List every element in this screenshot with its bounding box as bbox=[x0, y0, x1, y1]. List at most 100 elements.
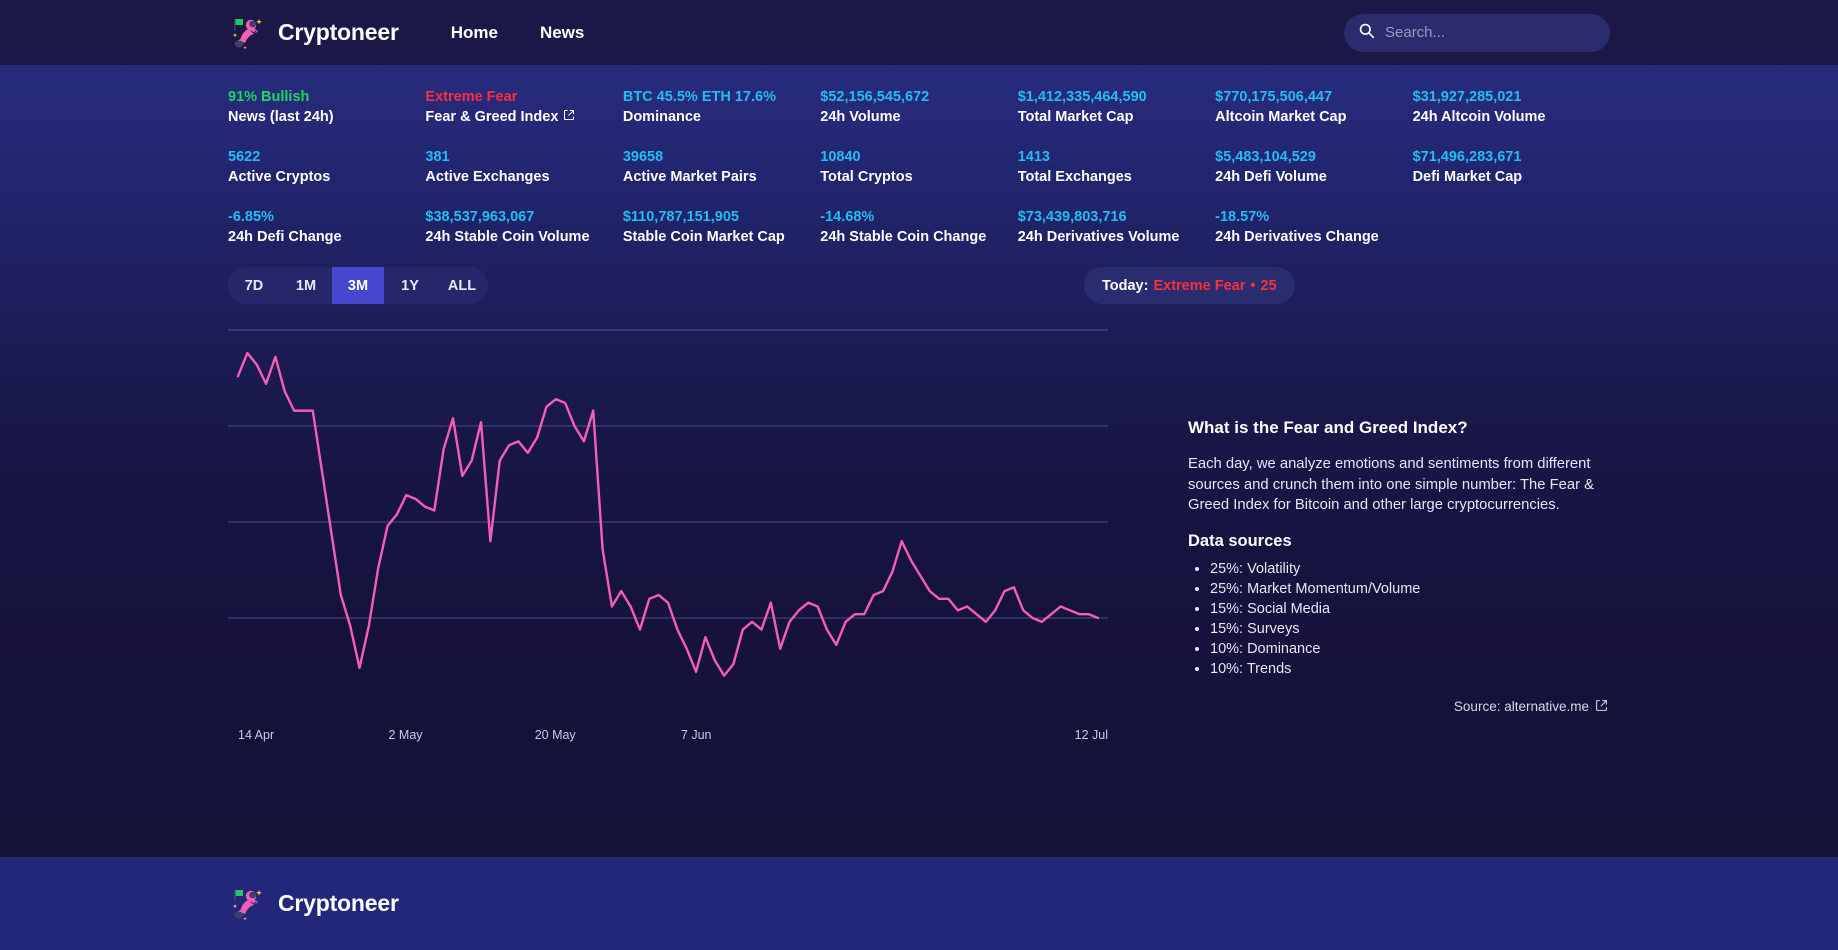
stat-label-text: Dominance bbox=[622, 109, 702, 125]
data-source-item: 15%: Surveys bbox=[1210, 619, 1608, 639]
stat-cell: -18.57% 24h Derivatives Change bbox=[1215, 207, 1412, 247]
stat-label: 24h Derivatives Change bbox=[1215, 227, 1402, 247]
stat-label-text: News (last 24h) bbox=[228, 109, 334, 125]
x-axis-tick: 2 May bbox=[388, 728, 423, 742]
range-selector: 7D 1M 3M 1Y ALL bbox=[228, 267, 488, 304]
stat-cell: $38,537,963,067 24h Stable Coin Volume bbox=[425, 207, 622, 247]
range-pill-7d[interactable]: 7D bbox=[228, 267, 280, 304]
range-pill-1m[interactable]: 1M bbox=[280, 267, 332, 304]
external-link-icon[interactable] bbox=[563, 107, 575, 127]
nav-link-home[interactable]: Home bbox=[451, 23, 498, 43]
stat-label: 24h Defi Volume bbox=[1215, 167, 1402, 187]
stat-cell: $31,927,285,021 24h Altcoin Volume bbox=[1413, 87, 1610, 127]
stat-cell: -6.85% 24h Defi Change bbox=[228, 207, 425, 247]
footer-brand-link[interactable]: Cryptoneer bbox=[228, 885, 399, 923]
stat-cell: BTC 45.5% ETH 17.6% Dominance bbox=[623, 87, 820, 127]
stat-cell: 5622 Active Cryptos bbox=[228, 147, 425, 187]
stat-value: 10840 bbox=[820, 149, 861, 165]
stat-label: 24h Volume bbox=[820, 107, 1007, 127]
footer-brand-name: Cryptoneer bbox=[278, 890, 399, 916]
stat-cell: -14.68% 24h Stable Coin Change bbox=[820, 207, 1017, 247]
fear-greed-chart[interactable]: 14 Apr 2 May 20 May 7 Jun 12 Jul bbox=[228, 322, 1108, 750]
stat-label-text: Defi Market Cap bbox=[1412, 169, 1523, 185]
stat-value: 91% Bullish bbox=[228, 89, 310, 105]
stat-cell: 10840 Total Cryptos bbox=[820, 147, 1017, 187]
nav-link-news[interactable]: News bbox=[540, 23, 584, 43]
today-status-badge: Today: Extreme Fear • 25 bbox=[1084, 267, 1295, 304]
range-pill-3m[interactable]: 3M bbox=[332, 267, 384, 304]
stat-label: Defi Market Cap bbox=[1413, 167, 1600, 187]
stat-cell: $110,787,151,905 Stable Coin Market Cap bbox=[623, 207, 820, 247]
stat-label-text: 24h Stable Coin Volume bbox=[425, 229, 590, 245]
stat-label: Stable Coin Market Cap bbox=[623, 227, 810, 247]
stat-value: Extreme Fear bbox=[425, 89, 518, 105]
stat-value: $5,483,104,529 bbox=[1215, 149, 1316, 165]
data-sources-list: 25%: Volatility25%: Market Momentum/Volu… bbox=[1188, 559, 1608, 679]
stat-label-text: 24h Derivatives Volume bbox=[1017, 229, 1180, 245]
stat-value: $52,156,545,672 bbox=[820, 89, 930, 105]
stat-value: 1413 bbox=[1017, 149, 1050, 165]
app-root: Cryptoneer Home News 91 bbox=[0, 0, 1838, 950]
stat-label-text: 24h Stable Coin Change bbox=[820, 229, 987, 245]
search-box[interactable] bbox=[1344, 13, 1610, 52]
stat-value: $71,496,283,671 bbox=[1412, 149, 1522, 165]
chart-controls: 7D 1M 3M 1Y ALL Today: Extreme Fear • 25 bbox=[0, 267, 1838, 304]
stat-label-text: Total Cryptos bbox=[820, 169, 913, 185]
stat-cell: $52,156,545,672 24h Volume bbox=[820, 87, 1017, 127]
range-pill-1y[interactable]: 1Y bbox=[384, 267, 436, 304]
stat-cell: $1,412,335,464,590 Total Market Cap bbox=[1018, 87, 1215, 127]
data-source-item: 25%: Market Momentum/Volume bbox=[1210, 579, 1608, 599]
stat-label-text: Total Market Cap bbox=[1017, 109, 1134, 125]
astronaut-logo-icon bbox=[228, 885, 266, 923]
stat-cell: 91% Bullish News (last 24h) bbox=[228, 87, 425, 127]
stat-label: Dominance bbox=[623, 107, 810, 127]
stat-label-text: Altcoin Market Cap bbox=[1215, 109, 1347, 125]
market-stats: 91% Bullish News (last 24h) Extreme Fear Fe… bbox=[0, 65, 1838, 247]
stat-label-text: Active Cryptos bbox=[228, 169, 331, 185]
stat-label: 24h Stable Coin Volume bbox=[425, 227, 612, 247]
source-attribution[interactable]: Source: alternative.me bbox=[1188, 699, 1608, 715]
footer: Cryptoneer bbox=[0, 857, 1838, 950]
stat-label: 24h Altcoin Volume bbox=[1413, 107, 1600, 127]
external-link-icon[interactable] bbox=[1595, 699, 1608, 715]
stat-cell[interactable]: Extreme Fear Fear & Greed Index bbox=[425, 87, 622, 127]
x-axis-tick: 12 Jul bbox=[1074, 728, 1108, 742]
stat-value: -18.57% bbox=[1215, 209, 1270, 225]
search-input[interactable] bbox=[1385, 24, 1596, 41]
stat-label-text: Active Exchanges bbox=[425, 169, 550, 185]
data-source-item: 15%: Social Media bbox=[1210, 599, 1608, 619]
stat-value: 39658 bbox=[622, 149, 664, 165]
x-axis-tick: 7 Jun bbox=[680, 728, 712, 742]
top-navbar: Cryptoneer Home News bbox=[0, 0, 1838, 65]
chart-canvas[interactable] bbox=[228, 322, 1108, 722]
stat-label-text: Active Market Pairs bbox=[622, 169, 757, 185]
today-value: 25 bbox=[1260, 277, 1277, 294]
range-pill-all[interactable]: ALL bbox=[436, 267, 488, 304]
stat-label: 24h Defi Change bbox=[228, 227, 415, 247]
info-title: What is the Fear and Greed Index? bbox=[1188, 418, 1468, 437]
stat-label: Active Exchanges bbox=[425, 167, 612, 187]
data-sources-title: Data sources bbox=[1188, 531, 1292, 550]
astronaut-logo-icon bbox=[228, 14, 266, 52]
stat-cell: 39658 Active Market Pairs bbox=[623, 147, 820, 187]
brand-logo-link[interactable]: Cryptoneer bbox=[228, 14, 399, 52]
stat-cell-empty bbox=[1413, 207, 1610, 247]
info-panel: What is the Fear and Greed Index? Each d… bbox=[1188, 322, 1608, 750]
stat-cell: $770,175,506,447 Altcoin Market Cap bbox=[1215, 87, 1412, 127]
x-axis-tick: 14 Apr bbox=[238, 728, 275, 742]
search-icon bbox=[1358, 22, 1375, 44]
stat-label: News (last 24h) bbox=[228, 107, 415, 127]
stat-value: 381 bbox=[425, 149, 450, 165]
chart-line-series bbox=[236, 351, 1100, 677]
stat-label: Total Cryptos bbox=[820, 167, 1007, 187]
main-content: 14 Apr 2 May 20 May 7 Jun 12 Jul What is the… bbox=[0, 304, 1838, 750]
stat-label-text: 24h Volume bbox=[820, 109, 901, 125]
stat-value: BTC 45.5% ETH 17.6% bbox=[622, 89, 776, 105]
stat-label: Fear & Greed Index bbox=[425, 107, 612, 127]
stat-label-text: 24h Altcoin Volume bbox=[1412, 109, 1546, 125]
stat-label: Total Exchanges bbox=[1018, 167, 1205, 187]
stat-value: $1,412,335,464,590 bbox=[1017, 89, 1147, 105]
today-prefix: Today: bbox=[1102, 277, 1149, 294]
stat-value: $110,787,151,905 bbox=[622, 209, 739, 225]
brand-name: Cryptoneer bbox=[278, 19, 399, 45]
